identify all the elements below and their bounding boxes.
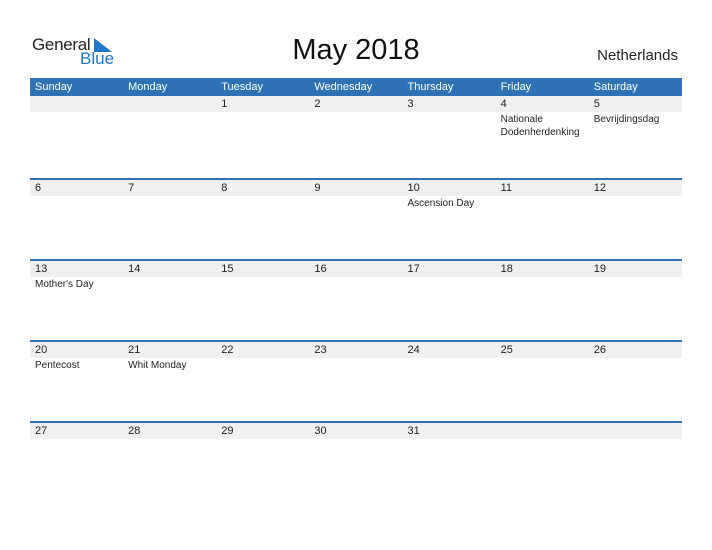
holiday-label: Whit Monday [128,360,187,371]
day-number [123,96,216,112]
holiday-label [309,196,402,210]
holiday-label: Mother's Day [35,279,94,290]
holiday-label [30,196,123,210]
week-row: 27 28 29 30 31 [30,421,682,502]
holiday-label [309,439,402,440]
holiday-label [589,196,682,210]
holiday-label [123,196,216,210]
weekday-friday: Friday [500,81,532,93]
day-number: 15 [221,263,234,275]
day-number: 1 [221,98,228,110]
holiday-label [496,439,589,440]
day-number: 8 [221,182,228,194]
day-number: 31 [407,425,420,437]
holiday-label: Pentecost [35,360,80,371]
weeks-container: 1 2 3 4 5 Nationale Dodenherdenking Bevrijding… [30,96,682,502]
holiday-label [309,358,402,372]
day-number: 5 [593,98,600,110]
day-number: 24 [407,344,420,356]
day-number: 2 [314,98,321,110]
day-number: 11 [500,182,513,194]
holiday-label [309,277,402,291]
date-band: 6 7 8 9 10 11 12 [30,180,682,196]
holiday-label [123,277,216,291]
weekday-header: Sunday Monday Tuesday Wednesday Thursday… [30,78,682,96]
weekday-thursday: Thursday [407,81,454,93]
holiday-row [30,439,682,440]
weekday-wednesday: Wednesday [314,81,373,93]
holiday-row: Ascension Day [30,196,682,210]
date-band: 20 21 22 23 24 25 26 [30,342,682,358]
holiday-label [30,112,123,139]
holiday-row: Pentecost Whit Monday [30,358,682,372]
holiday-label [589,439,682,440]
date-band: 27 28 29 30 31 [30,423,682,439]
day-number: 30 [314,425,327,437]
weekday-sunday: Sunday [35,81,73,93]
day-number: 12 [593,182,606,194]
day-number: 28 [128,425,141,437]
day-number: 6 [35,182,42,194]
day-number: 23 [314,344,327,356]
day-number: 19 [593,263,606,275]
holiday-label: Bevrijdingsdag [593,114,660,125]
holiday-label [309,112,402,139]
holiday-label [403,439,496,440]
day-number: 26 [593,344,606,356]
holiday-label [403,358,496,372]
week-row: 20 21 22 23 24 25 26 Pentecost Whit Monday [30,340,682,421]
weekday-tuesday: Tuesday [221,81,264,93]
holiday-row: Mother's Day [30,277,682,291]
day-number: 20 [35,344,48,356]
day-number: 25 [500,344,513,356]
week-row: 1 2 3 4 5 Nationale Dodenherdenking Bevrijding… [30,96,682,178]
day-number [589,423,682,439]
day-number: 9 [314,182,321,194]
day-number: 27 [35,425,48,437]
day-number: 10 [407,182,420,194]
week-row: 13 14 15 16 17 18 19 Mother's Day [30,259,682,340]
date-band: 1 2 3 4 5 [30,96,682,112]
holiday-label [496,196,589,210]
day-number [30,96,123,112]
holiday-label: Ascension Day [407,198,475,209]
holiday-label [30,439,123,440]
day-number: 13 [35,263,48,275]
day-number [496,423,589,439]
day-number: 17 [407,263,420,275]
day-number: 18 [500,263,513,275]
calendar-grid: Sunday Monday Tuesday Wednesday Thursday… [30,78,682,502]
holiday-label [403,277,496,291]
holiday-label [123,112,216,139]
country-label: Netherlands [597,47,678,64]
week-row: 6 7 8 9 10 11 12 Ascension Day [30,178,682,259]
holiday-label [496,277,589,291]
holiday-label [589,358,682,372]
day-number: 3 [407,98,414,110]
day-number: 22 [221,344,234,356]
holiday-label [216,439,309,440]
holiday-label [216,196,309,210]
holiday-label [403,112,496,139]
holiday-label [123,439,216,440]
holiday-label [589,277,682,291]
holiday-label [216,112,309,139]
day-number: 4 [500,98,507,110]
holiday-label [496,358,589,372]
weekday-saturday: Saturday [593,81,638,93]
day-number: 14 [128,263,141,275]
day-number: 16 [314,263,327,275]
day-number: 29 [221,425,234,437]
day-number: 21 [128,344,141,356]
weekday-monday: Monday [128,81,168,93]
day-number: 7 [128,182,135,194]
holiday-row: Nationale Dodenherdenking Bevrijdingsdag [30,112,682,139]
date-band: 13 14 15 16 17 18 19 [30,261,682,277]
holiday-label: Nationale Dodenherdenking [500,114,580,138]
holiday-label [216,277,309,291]
holiday-label [216,358,309,372]
